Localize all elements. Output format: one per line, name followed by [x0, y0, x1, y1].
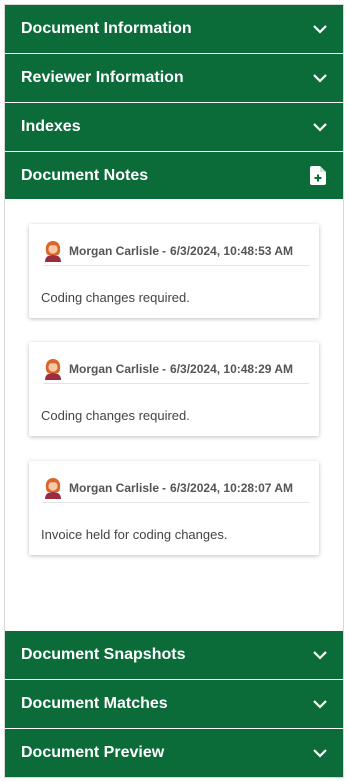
add-document-icon[interactable]	[309, 166, 327, 186]
note-separator: -	[162, 243, 167, 258]
chevron-down-icon	[313, 71, 327, 85]
note-timestamp: 6/3/2024, 10:48:53 AM	[170, 243, 293, 258]
section-title: Document Matches	[21, 695, 168, 712]
section-document-preview[interactable]: Document Preview	[5, 729, 343, 777]
note-header: Morgan Carlisle - 6/3/2024, 10:48:53 AM	[43, 236, 309, 266]
note-card: Morgan Carlisle - 6/3/2024, 10:28:07 AM …	[29, 461, 319, 555]
note-author: Morgan Carlisle	[69, 243, 160, 258]
chevron-down-icon	[313, 697, 327, 711]
note-card: Morgan Carlisle - 6/3/2024, 10:48:29 AM …	[29, 342, 319, 436]
user-avatar-icon	[45, 240, 61, 262]
section-title: Document Notes	[21, 166, 149, 184]
section-title: Document Information	[21, 20, 192, 37]
section-document-matches[interactable]: Document Matches	[5, 680, 343, 728]
note-header: Morgan Carlisle - 6/3/2024, 10:48:29 AM	[43, 354, 309, 384]
chevron-down-icon	[313, 746, 327, 760]
section-document-information[interactable]: Document Information	[5, 5, 343, 53]
note-header: Morgan Carlisle - 6/3/2024, 10:28:07 AM	[43, 473, 309, 503]
note-card: Morgan Carlisle - 6/3/2024, 10:48:53 AM …	[29, 224, 319, 318]
note-separator: -	[162, 480, 167, 495]
user-avatar-icon	[45, 358, 61, 380]
notes-list: Morgan Carlisle - 6/3/2024, 10:48:53 AM …	[5, 199, 343, 631]
section-document-notes[interactable]: Document Notes	[5, 152, 343, 199]
user-avatar-icon	[45, 477, 61, 499]
chevron-down-icon	[313, 120, 327, 134]
section-document-snapshots[interactable]: Document Snapshots	[5, 631, 343, 679]
section-indexes[interactable]: Indexes	[5, 103, 343, 151]
section-reviewer-information[interactable]: Reviewer Information	[5, 54, 343, 102]
note-text: Coding changes required.	[41, 408, 190, 423]
chevron-down-icon	[313, 22, 327, 36]
note-timestamp: 6/3/2024, 10:28:07 AM	[170, 480, 293, 495]
note-author: Morgan Carlisle	[69, 480, 160, 495]
note-text: Invoice held for coding changes.	[41, 527, 228, 542]
section-title: Document Preview	[21, 744, 165, 761]
note-timestamp: 6/3/2024, 10:48:29 AM	[170, 361, 293, 376]
chevron-down-icon	[313, 648, 327, 662]
note-separator: -	[162, 361, 167, 376]
section-title: Indexes	[21, 118, 81, 135]
section-title: Reviewer Information	[21, 69, 184, 86]
section-title: Document Snapshots	[21, 646, 186, 663]
note-text: Coding changes required.	[41, 290, 190, 305]
note-author: Morgan Carlisle	[69, 361, 160, 376]
document-side-panel: Document Information Reviewer Informatio…	[4, 4, 344, 778]
